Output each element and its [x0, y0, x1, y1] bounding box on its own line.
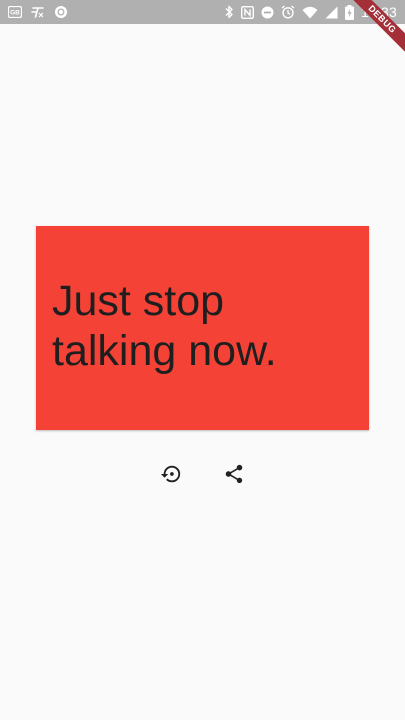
restore-icon — [160, 463, 182, 488]
bluetooth-icon — [224, 5, 234, 19]
do-not-disturb-icon — [261, 6, 274, 19]
quote-card: Just stop talking now. — [36, 226, 369, 430]
share-icon — [223, 463, 245, 488]
status-left-icons: GB — [8, 3, 68, 21]
nfc-icon — [240, 5, 254, 19]
status-clock: 17:33 — [360, 4, 397, 20]
share-button[interactable] — [219, 460, 249, 490]
status-right-icons: 17:33 — [224, 3, 397, 21]
svg-text:GB: GB — [10, 10, 20, 17]
font-icon — [31, 6, 45, 18]
record-icon — [54, 5, 68, 19]
alarm-icon — [281, 5, 295, 19]
status-bar: GB 17:33 — [0, 0, 405, 24]
refresh-quote-button[interactable] — [156, 460, 186, 490]
gallery-icon: GB — [8, 6, 22, 18]
battery-charging-icon — [344, 4, 354, 20]
quote-text: Just stop talking now. — [52, 277, 277, 375]
action-bar — [0, 460, 405, 490]
wifi-icon — [302, 6, 318, 19]
signal-icon — [325, 6, 338, 19]
